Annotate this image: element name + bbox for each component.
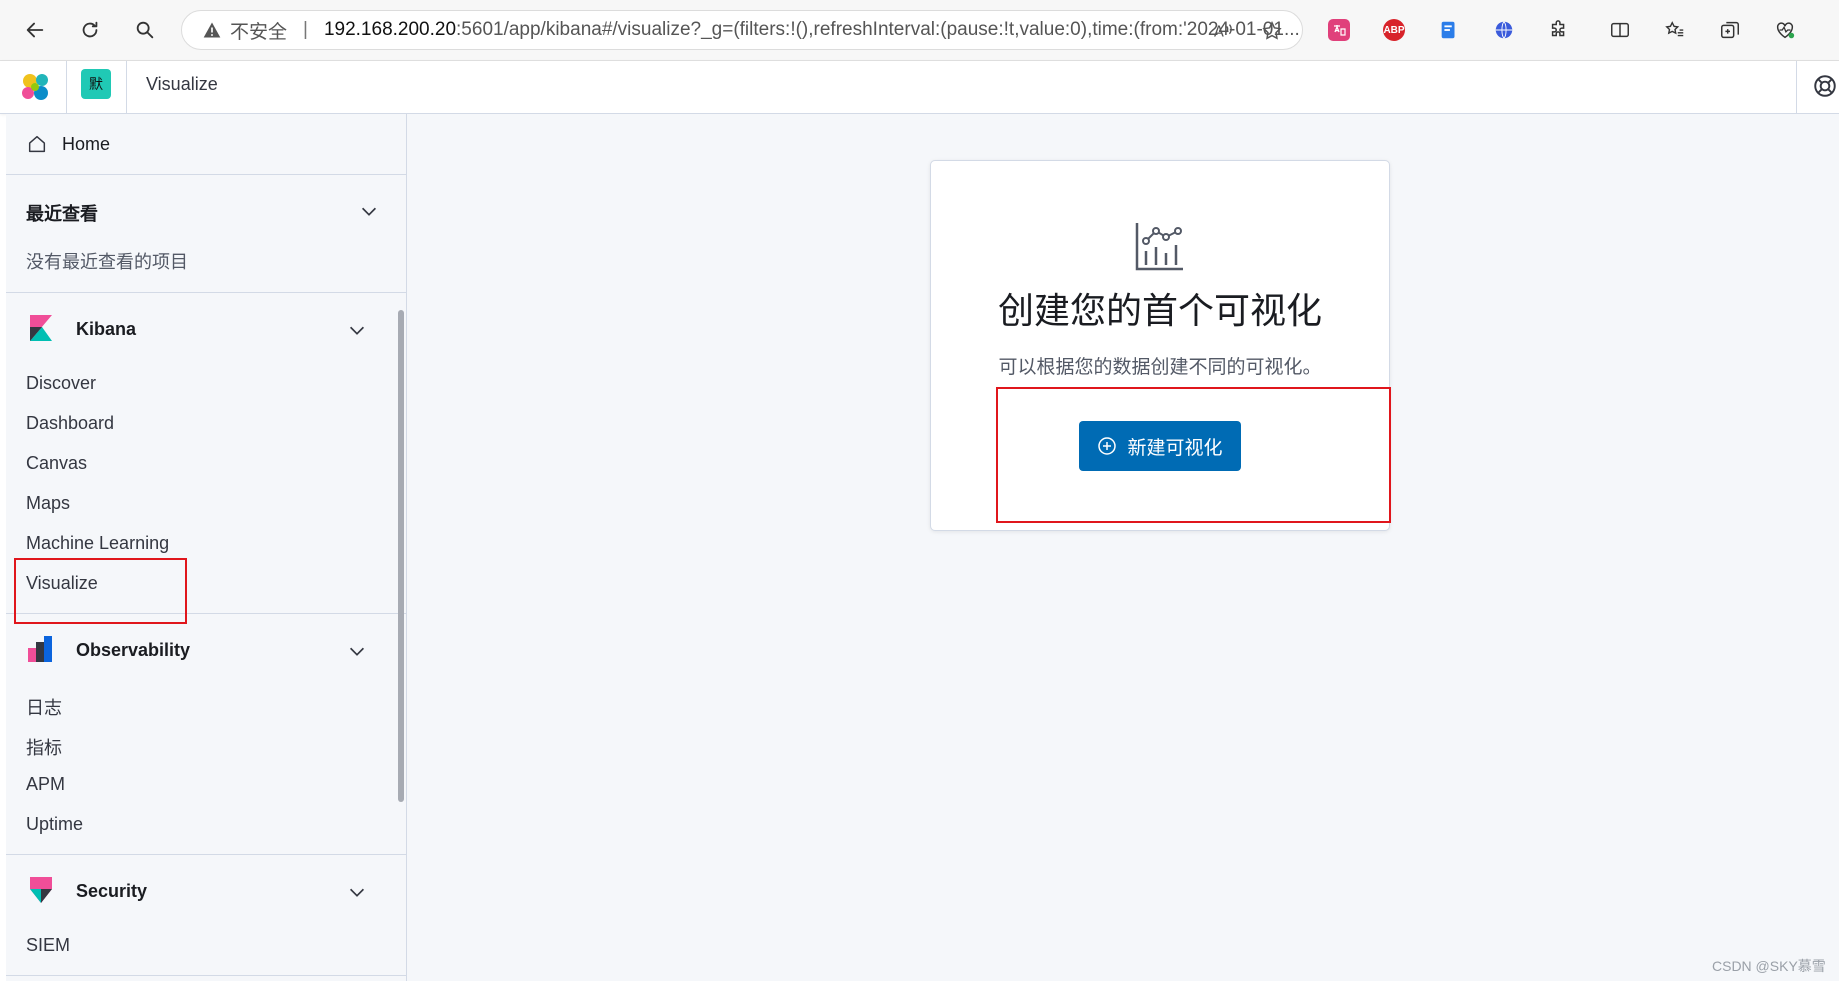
sidebar-item-uptime[interactable]: Uptime xyxy=(26,814,83,835)
security-label: 不安全 xyxy=(230,21,288,43)
url-host: 192.168.200.20 xyxy=(323,19,457,40)
sidebar-item-metrics[interactable]: 指标 xyxy=(26,734,62,760)
sidebar-item-discover[interactable]: Discover xyxy=(26,373,96,394)
space-avatar[interactable]: 默 xyxy=(81,69,111,99)
browser-essentials-button[interactable] xyxy=(1770,15,1800,45)
section-divider xyxy=(6,975,406,976)
home-icon xyxy=(28,135,46,153)
page-title: 创建您的首个可视化 xyxy=(997,290,1322,331)
sidebar-item-maps[interactable]: Maps xyxy=(26,493,70,514)
side-nav: Home 最近查看 没有最近查看的项目 Kibana Discover Dash… xyxy=(6,114,407,981)
search-button[interactable] xyxy=(127,12,163,48)
recent-section-title[interactable]: 最近查看 xyxy=(26,200,98,226)
header-divider xyxy=(1796,61,1797,113)
kibana-header xyxy=(0,61,1839,114)
read-aloud-icon: A xyxy=(1214,24,1232,41)
search-icon xyxy=(136,21,154,39)
translate-icon xyxy=(1328,19,1350,41)
sidebar-item-canvas[interactable]: Canvas xyxy=(26,453,87,474)
annotation-box-visualize xyxy=(14,558,187,624)
read-aloud-button[interactable]: A xyxy=(1208,16,1238,46)
reload-button[interactable] xyxy=(72,12,108,48)
sidebar-item-machine-learning[interactable]: Machine Learning xyxy=(26,533,169,554)
sidebar-item-apm[interactable]: APM xyxy=(26,774,65,795)
page-subtitle: 可以根据您的数据创建不同的可视化。 xyxy=(998,357,1322,378)
sidebar-item-logs[interactable]: 日志 xyxy=(26,694,62,720)
favorite-button[interactable] xyxy=(1257,16,1287,46)
browser-toolbar: 不安全 | 192.168.200.20 :5601/app/kibana#/v… xyxy=(0,0,1839,61)
address-separator: | xyxy=(303,19,308,40)
watermark: CSDN @SKY慕雪 xyxy=(1712,958,1826,974)
breadcrumb: Visualize xyxy=(146,74,218,94)
kibana-logo-icon xyxy=(30,315,52,341)
security-warning[interactable]: 不安全 xyxy=(202,17,287,44)
abp-icon: ABP xyxy=(1383,19,1405,41)
split-screen-button[interactable] xyxy=(1605,15,1635,45)
reload-icon xyxy=(82,21,98,38)
adblock-extension[interactable]: ABP xyxy=(1379,15,1409,45)
sidebar-item-dashboard[interactable]: Dashboard xyxy=(26,413,114,434)
collections-icon xyxy=(1721,21,1739,39)
chevron-down-icon[interactable] xyxy=(358,200,380,222)
translate-extension[interactable] xyxy=(1324,15,1354,45)
sidebar-item-label: Home xyxy=(62,133,111,154)
vpn-extension[interactable] xyxy=(1489,15,1519,45)
observability-group-title[interactable]: Observability xyxy=(76,640,190,661)
globe-icon xyxy=(1495,21,1513,39)
collections-button[interactable] xyxy=(1715,15,1745,45)
sidebar-item-home[interactable]: Home xyxy=(6,114,406,175)
chevron-down-icon[interactable] xyxy=(346,319,368,341)
puzzle-icon xyxy=(1551,20,1565,37)
chevron-down-icon[interactable] xyxy=(346,640,368,662)
warning-icon xyxy=(203,22,221,38)
elastic-logo-icon[interactable] xyxy=(18,69,54,105)
split-screen-icon xyxy=(1611,22,1629,38)
section-divider xyxy=(6,854,406,855)
extensions-button[interactable] xyxy=(1544,15,1574,45)
section-divider xyxy=(6,292,406,293)
kibana-group-title[interactable]: Kibana xyxy=(76,319,136,340)
sidebar-item-siem[interactable]: SIEM xyxy=(26,935,70,956)
header-divider xyxy=(66,61,67,113)
chevron-down-icon[interactable] xyxy=(346,881,368,903)
book-icon xyxy=(1441,21,1455,39)
annotation-box-create-button xyxy=(996,387,1391,523)
sidebar-scrollbar-thumb[interactable] xyxy=(398,310,404,802)
svg-text:A: A xyxy=(1214,24,1224,41)
favorites-list-button[interactable] xyxy=(1660,15,1690,45)
address-bar[interactable]: 不安全 | 192.168.200.20 :5601/app/kibana#/v… xyxy=(181,10,1303,50)
observability-logo-icon xyxy=(28,636,52,662)
dictionary-extension[interactable] xyxy=(1434,15,1464,45)
security-logo-icon xyxy=(30,877,52,903)
header-divider xyxy=(126,61,127,113)
help-icon[interactable] xyxy=(1812,73,1838,99)
heart-pulse-icon xyxy=(1776,22,1795,39)
recent-empty-text: 没有最近查看的项目 xyxy=(26,252,188,272)
security-group-title[interactable]: Security xyxy=(76,881,147,902)
url-path: :5601/app/kibana#/visualize?_g=(filters:… xyxy=(456,19,1300,40)
arrow-left-icon xyxy=(26,22,44,38)
star-icon xyxy=(1262,21,1282,40)
back-button[interactable] xyxy=(17,12,53,48)
visualize-app-icon xyxy=(1135,223,1183,271)
favorites-list-icon xyxy=(1665,21,1684,37)
